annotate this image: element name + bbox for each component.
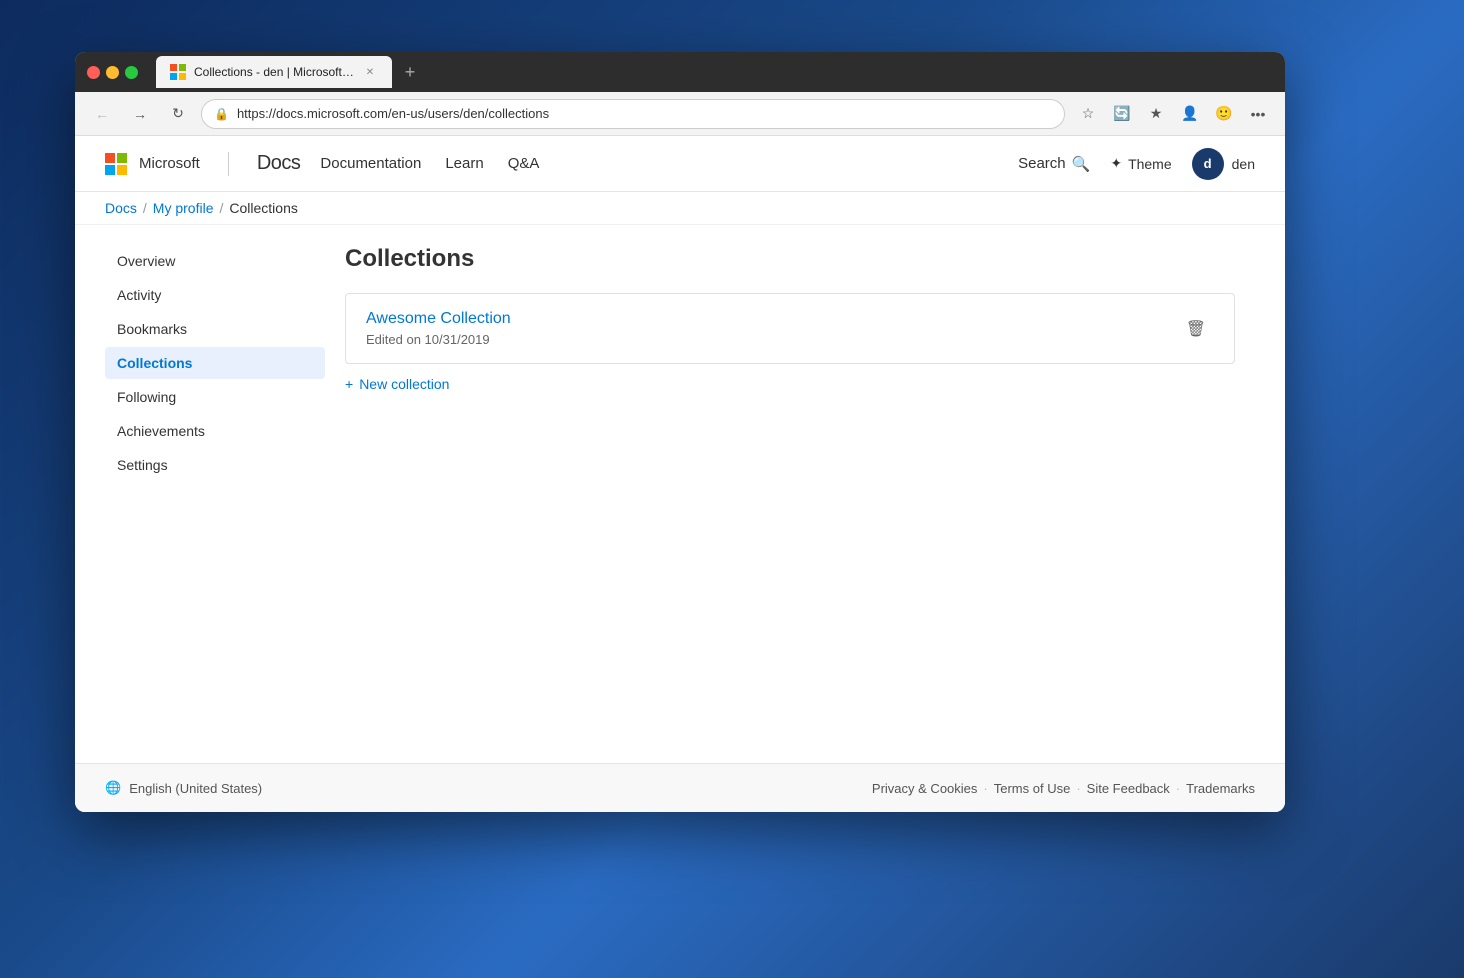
- footer-sep-1: ·: [983, 781, 987, 796]
- title-bar: Collections - den | Microsoft Do ✕ +: [75, 52, 1285, 92]
- new-tab-button[interactable]: +: [396, 58, 424, 86]
- sidebar-item-following[interactable]: Following: [105, 381, 325, 413]
- locale-text: English (United States): [129, 781, 262, 796]
- breadcrumb-docs[interactable]: Docs: [105, 200, 137, 216]
- ms-square-green: [117, 153, 127, 163]
- breadcrumb-sep-1: /: [143, 200, 147, 216]
- refresh-button[interactable]: ↻: [163, 99, 193, 129]
- footer-privacy[interactable]: Privacy & Cookies: [872, 781, 977, 796]
- more-button[interactable]: •••: [1243, 99, 1273, 129]
- sidebar-item-collections[interactable]: Collections: [105, 347, 325, 379]
- nav-bar: ← → ↻ 🔒 https://docs.microsoft.com/en-us…: [75, 92, 1285, 136]
- header-right: Search 🔍 ✦ Theme d den: [1018, 148, 1255, 180]
- microsoft-logo: [105, 153, 127, 175]
- nav-learn[interactable]: Learn: [445, 155, 483, 172]
- footer-sep-2: ·: [1076, 781, 1080, 796]
- extensions-button[interactable]: 🔄: [1107, 99, 1137, 129]
- user-avatar[interactable]: d: [1192, 148, 1224, 180]
- breadcrumb-my-profile[interactable]: My profile: [153, 200, 214, 216]
- nav-qa[interactable]: Q&A: [508, 155, 540, 172]
- footer-terms[interactable]: Terms of Use: [994, 781, 1071, 796]
- new-collection-label[interactable]: New collection: [359, 376, 449, 392]
- collection-edited: Edited on 10/31/2019: [366, 332, 511, 347]
- main-layout: Overview Activity Bookmarks Collections …: [75, 225, 1285, 763]
- collection-card: Awesome Collection Edited on 10/31/2019 …: [345, 293, 1235, 364]
- breadcrumb-current: Collections: [229, 200, 297, 216]
- breadcrumb-bar: Docs / My profile / Collections: [75, 192, 1285, 225]
- footer-feedback[interactable]: Site Feedback: [1087, 781, 1170, 796]
- fullscreen-button[interactable]: [125, 66, 138, 79]
- sidebar: Overview Activity Bookmarks Collections …: [105, 245, 325, 743]
- ms-square-red: [105, 153, 115, 163]
- breadcrumb: Docs / My profile / Collections: [105, 200, 298, 216]
- sidebar-item-bookmarks[interactable]: Bookmarks: [105, 313, 325, 345]
- bookmark-star-button[interactable]: ☆: [1073, 99, 1103, 129]
- site-nav: Documentation Learn Q&A: [320, 155, 539, 172]
- address-bar[interactable]: 🔒 https://docs.microsoft.com/en-us/users…: [201, 99, 1065, 129]
- collection-info: Awesome Collection Edited on 10/31/2019: [366, 310, 511, 347]
- back-button[interactable]: ←: [87, 99, 117, 129]
- microsoft-logo-area: Microsoft Docs: [105, 152, 300, 176]
- sidebar-item-activity[interactable]: Activity: [105, 279, 325, 311]
- tab-favicon: [170, 64, 186, 80]
- footer-trademarks[interactable]: Trademarks: [1186, 781, 1255, 796]
- search-button[interactable]: Search 🔍: [1018, 155, 1090, 173]
- search-label: Search: [1018, 155, 1066, 172]
- delete-collection-button[interactable]: 🗑: [1178, 315, 1214, 343]
- sidebar-item-settings[interactable]: Settings: [105, 449, 325, 481]
- profile-button[interactable]: 👤: [1175, 99, 1205, 129]
- theme-label: Theme: [1128, 156, 1172, 172]
- user-area: d den: [1192, 148, 1255, 180]
- site-header: Microsoft Docs Documentation Learn Q&A S…: [75, 136, 1285, 192]
- active-tab[interactable]: Collections - den | Microsoft Do ✕: [156, 56, 392, 88]
- forward-button[interactable]: →: [125, 99, 155, 129]
- close-button[interactable]: [87, 66, 100, 79]
- minimize-button[interactable]: [106, 66, 119, 79]
- theme-button[interactable]: ✦ Theme: [1110, 155, 1171, 172]
- theme-icon: ✦: [1110, 155, 1122, 172]
- main-content: Collections Awesome Collection Edited on…: [325, 245, 1255, 743]
- site-footer: 🌐 English (United States) Privacy & Cook…: [75, 763, 1285, 812]
- ms-square-blue: [105, 165, 115, 175]
- nav-actions: ☆ 🔄 ★ 👤 🙂 •••: [1073, 99, 1273, 129]
- nav-documentation[interactable]: Documentation: [320, 155, 421, 172]
- sidebar-item-achievements[interactable]: Achievements: [105, 415, 325, 447]
- page-title: Collections: [345, 245, 1235, 273]
- microsoft-brand-text: Microsoft: [139, 155, 200, 172]
- new-collection-button[interactable]: + New collection: [345, 376, 1235, 392]
- favorites-button[interactable]: ★: [1141, 99, 1171, 129]
- url-text: https://docs.microsoft.com/en-us/users/d…: [237, 106, 549, 121]
- globe-icon: 🌐: [105, 780, 121, 796]
- lock-icon: 🔒: [214, 107, 229, 121]
- traffic-lights: [87, 66, 138, 79]
- docs-brand-text[interactable]: Docs: [257, 152, 301, 175]
- search-icon: 🔍: [1072, 155, 1091, 173]
- collection-name[interactable]: Awesome Collection: [366, 310, 511, 328]
- breadcrumb-sep-2: /: [219, 200, 223, 216]
- footer-locale: 🌐 English (United States): [105, 780, 262, 796]
- header-divider: [228, 152, 229, 176]
- emoji-button[interactable]: 🙂: [1209, 99, 1239, 129]
- sidebar-item-overview[interactable]: Overview: [105, 245, 325, 277]
- plus-icon: +: [345, 376, 353, 392]
- tab-title: Collections - den | Microsoft Do: [194, 65, 354, 79]
- ms-square-yellow: [117, 165, 127, 175]
- tab-bar: Collections - den | Microsoft Do ✕ +: [156, 56, 424, 88]
- user-name[interactable]: den: [1232, 156, 1255, 172]
- page-content: Microsoft Docs Documentation Learn Q&A S…: [75, 136, 1285, 812]
- footer-sep-3: ·: [1176, 781, 1180, 796]
- browser-window: Collections - den | Microsoft Do ✕ + ← →…: [75, 52, 1285, 812]
- tab-close-button[interactable]: ✕: [362, 64, 378, 80]
- footer-links: Privacy & Cookies · Terms of Use · Site …: [872, 781, 1255, 796]
